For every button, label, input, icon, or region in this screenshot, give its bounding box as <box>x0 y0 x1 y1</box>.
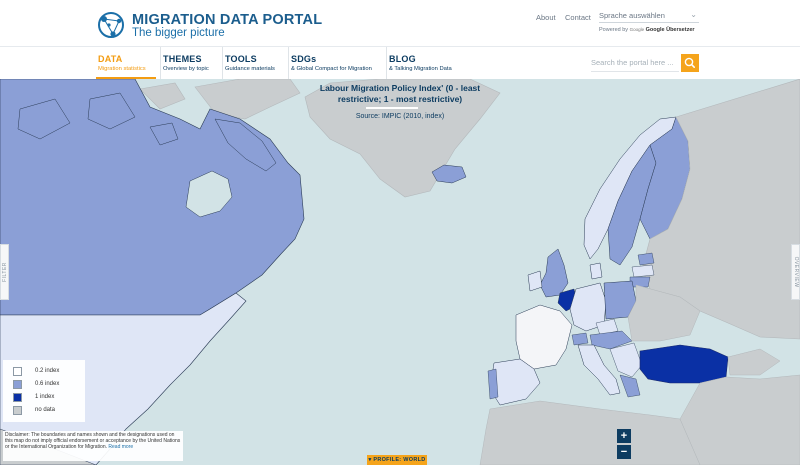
caucasus <box>727 348 781 376</box>
legend-label: 1 index <box>35 394 55 400</box>
brand-title[interactable]: MIGRATION DATA PORTAL <box>132 12 322 28</box>
country-denmark <box>589 262 603 280</box>
overview-tab-label: OVERVIEW <box>792 256 799 288</box>
about-link[interactable]: About <box>536 13 556 22</box>
brand-subtitle: The bigger picture <box>132 27 225 39</box>
north-africa <box>479 400 701 465</box>
contact-link[interactable]: Contact <box>565 13 591 22</box>
nav-item-subtitle: & Talking Migration Data <box>389 66 452 72</box>
map-legend: 0.2 index 0.6 index 1 index no data <box>3 360 85 422</box>
country-uk <box>539 248 569 298</box>
nav-item-data[interactable]: DATA Migration statistics <box>96 47 156 80</box>
search-icon <box>684 57 695 68</box>
nav-item-tools[interactable]: TOOLS Guidance materials <box>222 47 280 80</box>
country-balkans <box>609 342 643 378</box>
nav-item-title: TOOLS <box>225 54 257 64</box>
portal-logo-icon[interactable] <box>96 10 126 40</box>
map-disclaimer: Disclaimer: The boundaries and names sho… <box>3 431 183 461</box>
site-header: MIGRATION DATA PORTAL The bigger picture… <box>0 0 800 46</box>
language-select-label: Sprache auswählen <box>599 11 665 20</box>
main-nav: DATA Migration statistics THEMES Overvie… <box>0 46 800 80</box>
legend-swatch <box>13 380 22 389</box>
nav-item-subtitle: Guidance materials <box>225 66 275 72</box>
map-title: Labour Migration Policy Index' (0 - leas… <box>0 83 800 105</box>
country-ireland <box>527 270 543 292</box>
overview-tab[interactable]: OVERVIEW <box>791 244 800 300</box>
zoom-in-button[interactable]: + <box>617 429 631 443</box>
legend-label: no data <box>35 407 56 413</box>
legend-swatch <box>13 367 22 376</box>
google-translator-link: Google Übersetzer <box>645 27 695 33</box>
country-switzerland <box>571 332 589 346</box>
nav-item-themes[interactable]: THEMES Overview by topic <box>160 47 218 80</box>
nav-item-subtitle: Overview by topic <box>163 66 209 72</box>
nav-item-title: DATA <box>98 54 123 64</box>
nav-item-title: BLOG <box>389 54 416 64</box>
map-title-line1: Labour Migration Policy Index' (0 - leas… <box>319 83 481 93</box>
country-turkey <box>639 344 729 384</box>
language-select[interactable]: Sprache auswählen ⌄ <box>599 10 699 23</box>
powered-by-google[interactable]: Powered by Google Google Übersetzer <box>599 27 695 33</box>
nav-item-title: SDGs <box>291 54 317 64</box>
legend-swatch <box>13 393 22 402</box>
nav-item-subtitle: & Global Compact for Migration <box>291 66 372 72</box>
google-word: Google <box>629 27 645 32</box>
profile-world-button[interactable]: ▾ PROFILE: WORLD <box>367 455 427 465</box>
map-title-line2: restrictive; 1 - most restrictive) <box>337 94 463 104</box>
disclaimer-text: Disclaimer: The boundaries and names sho… <box>5 432 181 451</box>
country-latvia <box>631 264 655 278</box>
world-map[interactable] <box>0 79 800 465</box>
choropleth-map[interactable]: Labour Migration Policy Index' (0 - leas… <box>0 79 800 465</box>
search-input[interactable] <box>591 54 679 72</box>
nav-item-title: THEMES <box>163 54 202 64</box>
nav-item-blog[interactable]: BLOG & Talking Migration Data <box>386 47 458 80</box>
legend-label: 0.2 index <box>35 368 60 374</box>
nav-item-subtitle: Migration statistics <box>98 66 146 72</box>
map-source: Source: IMPIC (2010, index) <box>355 113 445 120</box>
filter-tab[interactable]: FILTER <box>0 244 9 300</box>
legend-swatch <box>13 406 22 415</box>
filter-tab-label: FILTER <box>1 262 8 282</box>
nav-item-sdgs[interactable]: SDGs & Global Compact for Migration <box>288 47 376 80</box>
chevron-down-icon: ⌄ <box>690 10 697 19</box>
country-portugal <box>487 368 499 400</box>
legend-label: 0.6 index <box>35 381 60 387</box>
country-france <box>515 304 573 370</box>
powered-by-text: Powered by <box>599 27 629 33</box>
title-rule <box>366 107 418 109</box>
zoom-out-button[interactable]: − <box>617 445 631 459</box>
middle-east <box>679 374 800 465</box>
country-estonia <box>637 252 655 266</box>
read-more-link[interactable]: Read more <box>108 444 133 450</box>
search-button[interactable] <box>681 54 699 72</box>
country-greece <box>619 374 641 398</box>
